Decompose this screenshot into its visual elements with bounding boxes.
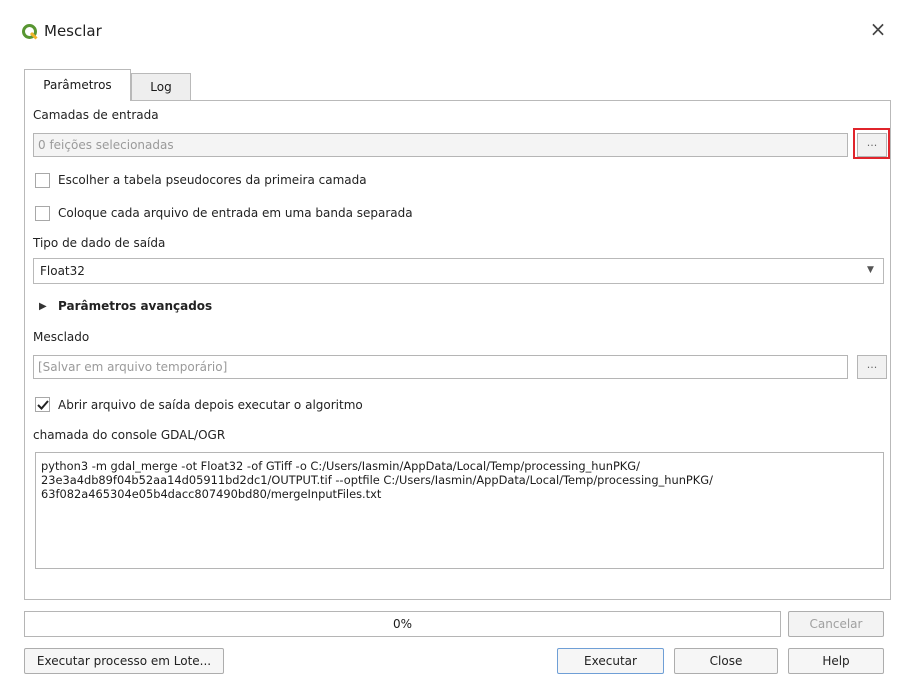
output-type-value: Float32 — [40, 264, 85, 278]
advanced-parameters-toggle[interactable]: Parâmetros avançados — [58, 299, 212, 313]
console-label: chamada do console GDAL/OGR — [33, 428, 226, 442]
qgis-logo-icon — [22, 24, 38, 40]
pseudocolor-label: Escolher a tabela pseudocores da primeir… — [58, 173, 367, 187]
input-layers-field[interactable]: 0 feições selecionadas — [33, 133, 848, 157]
console-command-text[interactable]: python3 -m gdal_merge -ot Float32 -of GT… — [35, 452, 884, 569]
highlight-box — [853, 128, 890, 159]
tab-log[interactable]: Log — [131, 73, 191, 100]
cancel-button[interactable]: Cancelar — [788, 611, 884, 637]
batch-process-button[interactable]: Executar processo em Lote... — [24, 648, 224, 674]
progress-text: 0% — [392, 617, 413, 631]
input-layers-label: Camadas de entrada — [33, 108, 159, 122]
chevron-down-icon[interactable]: ▼ — [867, 265, 874, 275]
merged-output-label: Mesclado — [33, 330, 90, 344]
merged-output-field[interactable]: [Salvar em arquivo temporário] — [33, 355, 848, 379]
progress-bar: 0% — [24, 611, 781, 637]
tab-parameters[interactable]: Parâmetros — [24, 69, 131, 101]
expand-arrow-icon[interactable]: ▶ — [39, 301, 47, 312]
console-line: python3 -m gdal_merge -ot Float32 -of GT… — [41, 459, 640, 473]
close-button[interactable]: Close — [674, 648, 778, 674]
window-title: Mesclar — [44, 22, 102, 40]
help-button[interactable]: Help — [788, 648, 884, 674]
output-type-label: Tipo de dado de saída — [33, 236, 166, 250]
open-output-label: Abrir arquivo de saída depois executar o… — [58, 398, 363, 412]
separate-band-label: Coloque cada arquivo de entrada em uma b… — [58, 206, 413, 220]
console-line: 23e3a4db89f04b52aa14d05911bd2dc1/OUTPUT.… — [41, 473, 713, 487]
separate-band-checkbox[interactable] — [35, 206, 50, 221]
run-button[interactable]: Executar — [557, 648, 664, 674]
title-bar — [0, 0, 897, 62]
merged-output-browse-button[interactable]: ... — [857, 355, 887, 379]
pseudocolor-checkbox[interactable] — [35, 173, 50, 188]
open-output-checkbox[interactable] — [35, 397, 50, 412]
console-line: 63f082a465304e05b4dacc807490bd80/mergeIn… — [41, 487, 382, 501]
output-type-select[interactable]: Float32 — [33, 258, 884, 284]
checkmark-icon — [37, 400, 49, 410]
close-icon[interactable]: × — [866, 17, 890, 41]
